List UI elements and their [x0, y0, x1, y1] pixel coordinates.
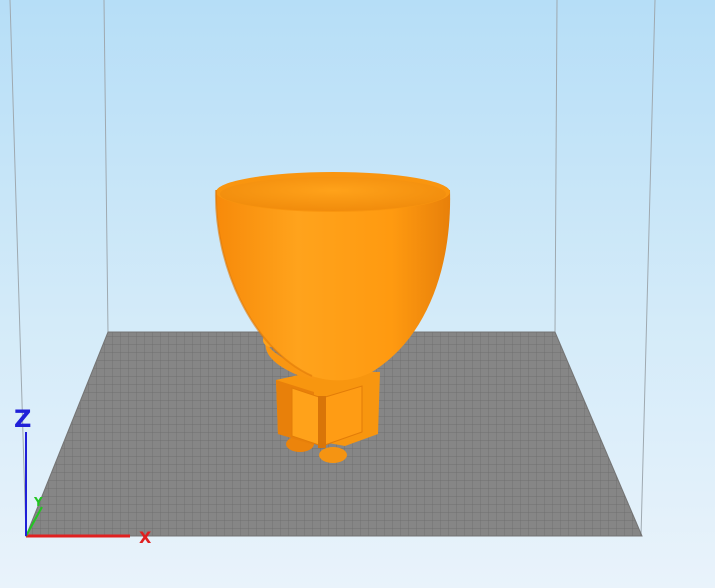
x-axis-label: X: [139, 528, 152, 547]
3d-viewport[interactable]: Z X Y: [0, 0, 715, 588]
z-axis-label: Z: [14, 405, 31, 433]
scene-canvas[interactable]: Z X Y: [0, 0, 715, 588]
y-axis-label: Y: [33, 495, 43, 509]
